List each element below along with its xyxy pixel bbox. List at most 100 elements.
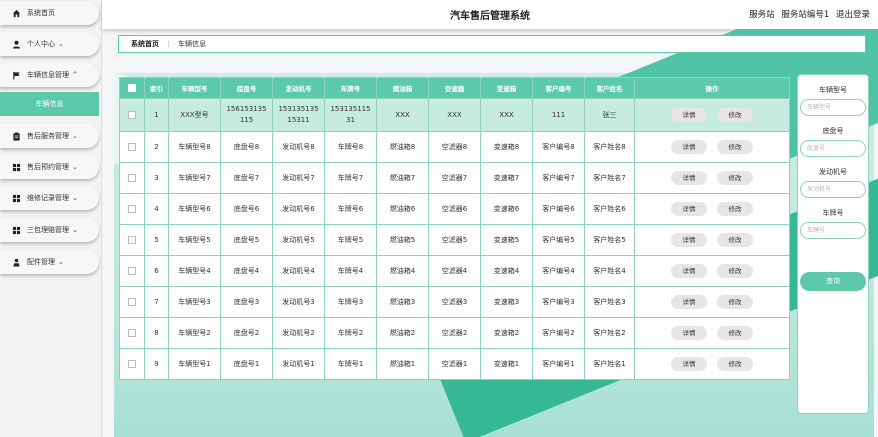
cell-model: 车辆型号2 (168, 317, 221, 349)
sidebar-item-appointment[interactable]: 售后预约管理 ⌄ (0, 155, 99, 179)
cell-customer-name: 客户姓名1 (584, 348, 635, 380)
cell-plate: 车牌号7 (324, 162, 377, 194)
cell-gearbox: 变速箱7 (480, 162, 533, 194)
main-content: 系统首页 ⋮ 车辆信息 索引 车辆型号 底盘号 发动机号 车牌号 燃油箱 空滤器… (102, 29, 878, 437)
chevron-down-icon: ⌄ (72, 194, 78, 202)
detail-button[interactable]: 详情 (671, 326, 707, 340)
detail-button[interactable]: 详情 (671, 357, 707, 371)
cell-actions: 详情 修改 (634, 317, 790, 349)
cell-engine: 发动机号7 (272, 162, 325, 194)
row-checkbox[interactable] (128, 359, 136, 368)
cell-customer-no: 客户编号2 (532, 317, 585, 349)
sidebar-item-parts[interactable]: 配件管理 ⌄ (0, 250, 99, 274)
sidebar-item-vehicle-mgmt[interactable]: 车辆信息管理 ^ (0, 63, 99, 87)
detail-button[interactable]: 详情 (671, 108, 707, 122)
header-user-area: 服务站 服务站编号1 退出登录 (745, 8, 870, 20)
search-engine-input[interactable] (800, 181, 866, 198)
cell-plate: 车牌号5 (324, 224, 377, 256)
select-all-cell[interactable] (119, 77, 145, 99)
cell-customer-name: 客户姓名4 (584, 255, 635, 287)
sidebar-item-label: 售后预约管理 (27, 163, 69, 171)
cell-model: 车辆型号4 (168, 255, 221, 287)
cell-customer-name: 客户姓名3 (584, 286, 635, 318)
table-row[interactable]: 1 XXX型号 156153135115 15313513515311 1531… (119, 98, 790, 132)
sidebar-item-profile[interactable]: 个人中心 ⌄ (0, 32, 99, 56)
cell-customer-no: 客户编号7 (532, 162, 585, 194)
table-row[interactable]: 5 车辆型号5 底盘号5 发动机号5 车牌号5 燃油箱5 空滤器5 变速箱5 客… (119, 224, 790, 256)
query-button[interactable]: 查询 (800, 272, 866, 291)
sidebar-item-label: 售后服务管理 (27, 132, 69, 140)
edit-button[interactable]: 修改 (717, 295, 753, 309)
table-row[interactable]: 9 车辆型号1 底盘号1 发动机号1 车牌号1 燃油箱1 空滤器1 变速箱1 客… (119, 348, 790, 380)
cell-model: 车辆型号3 (168, 286, 221, 318)
table-row[interactable]: 2 车辆型号8 底盘号8 发动机号8 车牌号8 燃油箱8 空滤器8 变速箱8 客… (119, 131, 790, 163)
edit-button[interactable]: 修改 (717, 233, 753, 247)
table-row[interactable]: 8 车辆型号2 底盘号2 发动机号2 车牌号2 燃油箱2 空滤器2 变速箱2 客… (119, 317, 790, 349)
cell-gearbox: 变速箱1 (480, 348, 533, 380)
select-all-checkbox[interactable] (128, 84, 136, 92)
cell-actions: 详情 修改 (634, 162, 790, 194)
logout-link[interactable]: 退出登录 (836, 10, 870, 20)
cell-index: 7 (144, 286, 169, 318)
detail-button[interactable]: 详情 (671, 233, 707, 247)
column-header: 空滤器 (428, 77, 481, 99)
sidebar-item-repair-records[interactable]: 维修记录管理 ⌄ (0, 186, 99, 210)
cell-index: 3 (144, 162, 169, 194)
cell-actions: 详情 修改 (634, 98, 790, 132)
sidebar-item-vehicle-info[interactable]: 车辆信息 (0, 92, 99, 116)
cell-fuel: 燃油箱4 (376, 255, 429, 287)
cell-filter: 空滤器4 (428, 255, 481, 287)
detail-button[interactable]: 详情 (671, 202, 707, 216)
row-checkbox[interactable] (128, 297, 136, 306)
chevron-down-icon: ⌄ (58, 40, 64, 48)
sidebar-item-label: 系统首页 (27, 9, 55, 17)
edit-button[interactable]: 修改 (717, 140, 753, 154)
cell-chassis: 底盘号6 (220, 193, 273, 225)
cell-filter: XXX (428, 98, 481, 132)
detail-button[interactable]: 详情 (671, 140, 707, 154)
breadcrumb: 系统首页 ⋮ 车辆信息 (118, 35, 866, 53)
table-row[interactable]: 3 车辆型号7 底盘号7 发动机号7 车牌号7 燃油箱7 空滤器7 变速箱7 客… (119, 162, 790, 194)
edit-button[interactable]: 修改 (717, 108, 753, 122)
column-header: 车牌号 (324, 77, 377, 99)
cell-engine: 15313513515311 (272, 98, 325, 132)
sidebar-item-home[interactable]: 系统首页 (0, 1, 99, 25)
sidebar-item-after-sales[interactable]: 售后服务管理 ⌄ (0, 124, 99, 148)
edit-button[interactable]: 修改 (717, 357, 753, 371)
sidebar-item-label: 车辆信息 (35, 100, 64, 108)
column-header: 车辆型号 (168, 77, 221, 99)
cell-actions: 详情 修改 (634, 193, 790, 225)
search-plate-input[interactable] (800, 222, 866, 239)
row-checkbox[interactable] (128, 204, 136, 213)
cell-chassis: 底盘号2 (220, 317, 273, 349)
edit-button[interactable]: 修改 (717, 326, 753, 340)
breadcrumb-home[interactable]: 系统首页 (131, 39, 159, 49)
edit-button[interactable]: 修改 (717, 171, 753, 185)
table-row[interactable]: 6 车辆型号4 底盘号4 发动机号4 车牌号4 燃油箱4 空滤器4 变速箱4 客… (119, 255, 790, 287)
cell-plate: 15313511531 (324, 98, 377, 132)
vehicle-table: 索引 车辆型号 底盘号 发动机号 车牌号 燃油箱 空滤器 变速箱 客户编号 客户… (119, 77, 790, 380)
cell-model: XXX型号 (168, 98, 221, 132)
flag-icon (12, 71, 21, 80)
cell-chassis: 156153135115 (220, 98, 273, 132)
sidebar-item-label: 三包理赔管理 (27, 226, 69, 234)
row-checkbox[interactable] (128, 235, 136, 244)
detail-button[interactable]: 详情 (671, 264, 707, 278)
detail-button[interactable]: 详情 (671, 171, 707, 185)
table-row[interactable]: 7 车辆型号3 底盘号3 发动机号3 车牌号3 燃油箱3 空滤器3 变速箱3 客… (119, 286, 790, 318)
column-header: 操作 (634, 77, 790, 99)
cell-gearbox: XXX (480, 98, 533, 132)
sidebar-item-warranty-claims[interactable]: 三包理赔管理 ⌄ (0, 218, 99, 242)
row-checkbox[interactable] (128, 266, 136, 275)
table-row[interactable]: 4 车辆型号6 底盘号6 发动机号6 车牌号6 燃油箱6 空滤器6 变速箱6 客… (119, 193, 790, 225)
cell-customer-no: 客户编号4 (532, 255, 585, 287)
row-checkbox[interactable] (128, 142, 136, 151)
search-chassis-input[interactable] (800, 140, 866, 157)
search-model-input[interactable] (800, 99, 866, 116)
row-checkbox[interactable] (128, 173, 136, 182)
detail-button[interactable]: 详情 (671, 295, 707, 309)
edit-button[interactable]: 修改 (717, 264, 753, 278)
row-checkbox[interactable] (128, 110, 136, 119)
row-checkbox[interactable] (128, 328, 136, 337)
edit-button[interactable]: 修改 (717, 202, 753, 216)
